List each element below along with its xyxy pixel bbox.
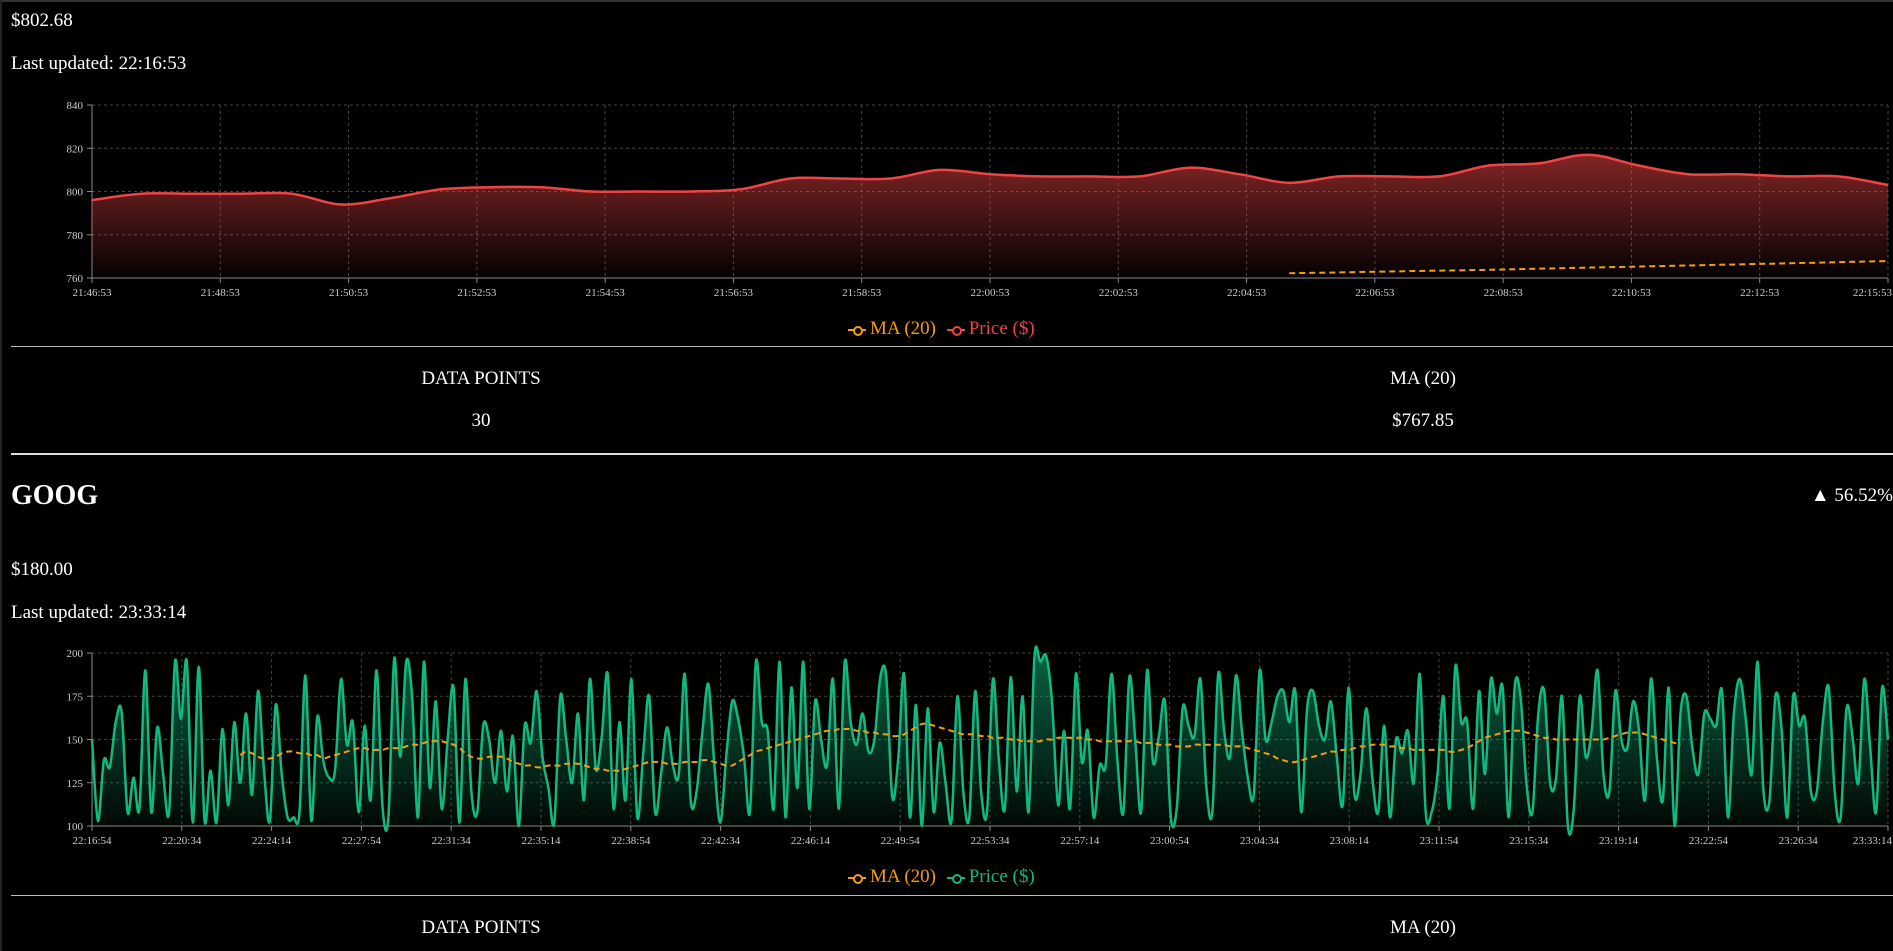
legend-price-label: Price ($) [968,866,1035,887]
y-tick-label: 150 [67,735,84,747]
legend-price-label: Price ($) [968,318,1035,339]
x-tick-label: 22:04:53 [1227,287,1267,299]
stat-ma-label: MA (20) [1390,917,1456,938]
legend-ma-label: MA (20) [870,318,936,339]
x-tick-label: 21:54:53 [586,287,626,299]
x-tick-label: 21:50:53 [329,287,369,299]
stock-symbol: GOOG [11,480,99,511]
stat-data-points-value: 30 [471,410,491,431]
x-tick-label: 21:56:53 [714,287,754,299]
x-tick-label: 22:31:34 [432,835,472,847]
legend-price-marker-icon [946,325,965,336]
stat-ma-value: $767.85 [1392,410,1454,431]
x-tick-label: 23:33:14 [1853,835,1893,847]
x-tick-label: 22:24:14 [252,835,292,847]
x-tick-label: 22:53:34 [970,835,1010,847]
x-tick-label: 23:15:34 [1509,835,1549,847]
chart-legend-2[interactable]: MA (20) Price ($) [848,866,1035,888]
x-tick-label: 22:35:14 [521,835,561,847]
last-updated: Last updated: 23:33:14 [11,602,187,623]
legend-price[interactable]: Price ($) [946,318,1035,340]
x-tick-label: 21:46:53 [72,287,112,299]
x-tick-label: 22:20:34 [162,835,202,847]
x-tick-label: 23:19:14 [1599,835,1639,847]
top-border [0,0,1893,2]
stock-price: $802.68 [11,10,73,31]
y-tick-label: 100 [67,821,84,833]
x-tick-label: 22:10:53 [1612,287,1652,299]
x-tick-label: 23:08:14 [1330,835,1370,847]
legend-ma[interactable]: MA (20) [848,866,936,888]
stat-data-points-label: DATA POINTS [421,368,541,389]
legend-price[interactable]: Price ($) [946,866,1035,888]
x-tick-label: 22:27:54 [342,835,382,847]
x-tick-label: 22:42:34 [701,835,741,847]
stock-price: $180.00 [11,559,73,580]
x-tick-label: 22:08:53 [1484,287,1524,299]
x-tick-label: 21:58:53 [842,287,882,299]
x-tick-label: 23:22:54 [1689,835,1729,847]
legend-price-marker-icon [946,873,965,884]
x-tick-label: 22:46:14 [791,835,831,847]
card-divider [11,453,1893,455]
legend-ma[interactable]: MA (20) [848,318,936,340]
y-tick-label: 200 [67,648,84,660]
x-tick-label: 22:49:54 [881,835,921,847]
x-tick-label: 23:26:34 [1779,835,1819,847]
y-tick-label: 125 [67,778,84,790]
legend-ma-marker-icon [848,325,866,336]
price-chart-2: 100 125 150 175 200 22:16:54 22:20:34 22:24:14 2… [67,645,1892,847]
divider [11,346,1893,347]
stat-data-points-label: DATA POINTS [421,917,541,938]
x-tick-label: 21:52:53 [457,287,497,299]
stat-ma-label: MA (20) [1390,368,1456,389]
last-updated: Last updated: 22:16:53 [11,53,187,74]
chart-legend-1[interactable]: MA (20) Price ($) [848,318,1035,340]
x-tick-label: 22:38:54 [611,835,651,847]
x-tick-label: 22:12:53 [1740,287,1780,299]
y-tick-label: 800 [67,187,84,199]
price-chart-1: 760 780 800 820 840 21:46:53 21:48:53 21:50:53 2… [67,100,1893,299]
y-tick-label: 175 [67,691,84,703]
x-tick-label: 22:57:14 [1060,835,1100,847]
y-tick-label: 820 [67,143,84,155]
x-tick-label: 22:16:54 [72,835,112,847]
x-tick-label: 21:48:53 [201,287,241,299]
x-tick-label: 23:11:54 [1420,835,1459,847]
x-tick-label: 22:06:53 [1355,287,1395,299]
legend-ma-label: MA (20) [870,866,936,887]
x-tick-label: 22:02:53 [1099,287,1139,299]
x-tick-label: 23:04:34 [1240,835,1280,847]
change-badge: ▲ 56.52% [1810,485,1893,506]
x-tick-label: 22:00:53 [970,287,1010,299]
x-tick-label: 23:00:54 [1150,835,1190,847]
legend-ma-marker-icon [848,873,866,884]
x-tick-label: 22:15:53 [1853,287,1893,299]
y-tick-label: 760 [67,273,84,285]
y-tick-label: 780 [67,230,84,242]
y-tick-label: 840 [67,100,84,112]
divider [11,895,1893,896]
